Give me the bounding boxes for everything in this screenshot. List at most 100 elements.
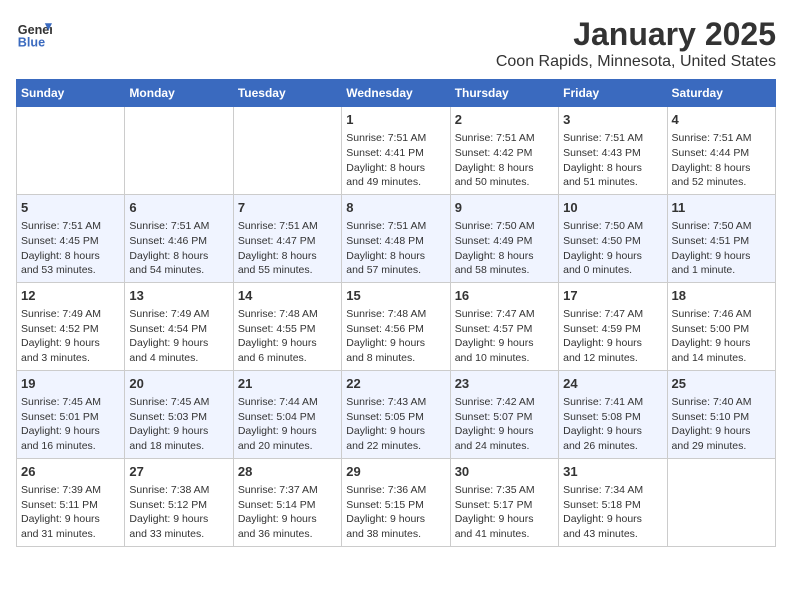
table-row: 12 Sunrise: 7:49 AM Sunset: 4:52 PM Dayli… <box>17 282 125 370</box>
day-info: Sunrise: 7:42 AM Sunset: 5:07 PM Dayligh… <box>455 395 554 454</box>
svg-text:Blue: Blue <box>18 36 45 50</box>
header-friday: Friday <box>559 80 667 107</box>
day-info: Sunrise: 7:51 AM Sunset: 4:45 PM Dayligh… <box>21 219 120 278</box>
logo-icon: General Blue <box>16 16 52 52</box>
day-info: Sunrise: 7:51 AM Sunset: 4:48 PM Dayligh… <box>346 219 445 278</box>
day-number: 16 <box>455 287 554 305</box>
day-info: Sunrise: 7:34 AM Sunset: 5:18 PM Dayligh… <box>563 483 662 542</box>
table-row: 7 Sunrise: 7:51 AM Sunset: 4:47 PM Daylig… <box>233 194 341 282</box>
day-info: Sunrise: 7:47 AM Sunset: 4:57 PM Dayligh… <box>455 307 554 366</box>
calendar-week-row: 12 Sunrise: 7:49 AM Sunset: 4:52 PM Dayli… <box>17 282 776 370</box>
day-number: 9 <box>455 199 554 217</box>
day-info: Sunrise: 7:50 AM Sunset: 4:50 PM Dayligh… <box>563 219 662 278</box>
day-info: Sunrise: 7:51 AM Sunset: 4:47 PM Dayligh… <box>238 219 337 278</box>
day-info: Sunrise: 7:36 AM Sunset: 5:15 PM Dayligh… <box>346 483 445 542</box>
day-info: Sunrise: 7:45 AM Sunset: 5:03 PM Dayligh… <box>129 395 228 454</box>
day-number: 13 <box>129 287 228 305</box>
calendar-week-row: 1Sunrise: 7:51 AM Sunset: 4:41 PM Daylig… <box>17 107 776 195</box>
day-number: 4 <box>672 111 771 129</box>
day-number: 7 <box>238 199 337 217</box>
day-info: Sunrise: 7:43 AM Sunset: 5:05 PM Dayligh… <box>346 395 445 454</box>
day-number: 14 <box>238 287 337 305</box>
table-row: 11 Sunrise: 7:50 AM Sunset: 4:51 PM Dayli… <box>667 194 775 282</box>
table-row: 16 Sunrise: 7:47 AM Sunset: 4:57 PM Dayli… <box>450 282 558 370</box>
header-monday: Monday <box>125 80 233 107</box>
table-row: 27Sunrise: 7:38 AM Sunset: 5:12 PM Dayli… <box>125 458 233 546</box>
table-row: 31 Sunrise: 7:34 AM Sunset: 5:18 PM Dayli… <box>559 458 667 546</box>
day-info: Sunrise: 7:35 AM Sunset: 5:17 PM Dayligh… <box>455 483 554 542</box>
header-sunday: Sunday <box>17 80 125 107</box>
day-info: Sunrise: 7:41 AM Sunset: 5:08 PM Dayligh… <box>563 395 662 454</box>
day-info: Sunrise: 7:48 AM Sunset: 4:55 PM Dayligh… <box>238 307 337 366</box>
table-row: 3 Sunrise: 7:51 AM Sunset: 4:43 PM Daylig… <box>559 107 667 195</box>
day-info: Sunrise: 7:40 AM Sunset: 5:10 PM Dayligh… <box>672 395 771 454</box>
day-number: 22 <box>346 375 445 393</box>
day-number: 24 <box>563 375 662 393</box>
table-row: 1Sunrise: 7:51 AM Sunset: 4:41 PM Daylig… <box>342 107 450 195</box>
day-info: Sunrise: 7:50 AM Sunset: 4:49 PM Dayligh… <box>455 219 554 278</box>
page-header: General Blue January 2025 Coon Rapids, M… <box>16 16 776 71</box>
day-info: Sunrise: 7:49 AM Sunset: 4:54 PM Dayligh… <box>129 307 228 366</box>
table-row: 17Sunrise: 7:47 AM Sunset: 4:59 PM Dayli… <box>559 282 667 370</box>
table-row: 28Sunrise: 7:37 AM Sunset: 5:14 PM Dayli… <box>233 458 341 546</box>
day-number: 8 <box>346 199 445 217</box>
day-number: 5 <box>21 199 120 217</box>
header-wednesday: Wednesday <box>342 80 450 107</box>
day-info: Sunrise: 7:48 AM Sunset: 4:56 PM Dayligh… <box>346 307 445 366</box>
table-row: 9 Sunrise: 7:50 AM Sunset: 4:49 PM Daylig… <box>450 194 558 282</box>
day-number: 2 <box>455 111 554 129</box>
calendar-week-row: 26Sunrise: 7:39 AM Sunset: 5:11 PM Dayli… <box>17 458 776 546</box>
day-info: Sunrise: 7:47 AM Sunset: 4:59 PM Dayligh… <box>563 307 662 366</box>
calendar-header-row: Sunday Monday Tuesday Wednesday Thursday… <box>17 80 776 107</box>
table-row: 30 Sunrise: 7:35 AM Sunset: 5:17 PM Dayli… <box>450 458 558 546</box>
table-row: 2 Sunrise: 7:51 AM Sunset: 4:42 PM Daylig… <box>450 107 558 195</box>
day-info: Sunrise: 7:51 AM Sunset: 4:43 PM Dayligh… <box>563 131 662 190</box>
day-number: 19 <box>21 375 120 393</box>
table-row: 5 Sunrise: 7:51 AM Sunset: 4:45 PM Daylig… <box>17 194 125 282</box>
day-number: 27 <box>129 463 228 481</box>
day-number: 12 <box>21 287 120 305</box>
day-info: Sunrise: 7:51 AM Sunset: 4:41 PM Dayligh… <box>346 131 445 190</box>
table-row: 8 Sunrise: 7:51 AM Sunset: 4:48 PM Daylig… <box>342 194 450 282</box>
day-info: Sunrise: 7:49 AM Sunset: 4:52 PM Dayligh… <box>21 307 120 366</box>
table-row: 18Sunrise: 7:46 AM Sunset: 5:00 PM Dayli… <box>667 282 775 370</box>
day-number: 20 <box>129 375 228 393</box>
day-info: Sunrise: 7:50 AM Sunset: 4:51 PM Dayligh… <box>672 219 771 278</box>
day-number: 3 <box>563 111 662 129</box>
day-info: Sunrise: 7:51 AM Sunset: 4:42 PM Dayligh… <box>455 131 554 190</box>
header-saturday: Saturday <box>667 80 775 107</box>
table-row: 21 Sunrise: 7:44 AM Sunset: 5:04 PM Dayli… <box>233 370 341 458</box>
header-thursday: Thursday <box>450 80 558 107</box>
table-row: 25 Sunrise: 7:40 AM Sunset: 5:10 PM Dayli… <box>667 370 775 458</box>
table-row: 19Sunrise: 7:45 AM Sunset: 5:01 PM Dayli… <box>17 370 125 458</box>
day-number: 23 <box>455 375 554 393</box>
day-number: 25 <box>672 375 771 393</box>
table-row: 13 Sunrise: 7:49 AM Sunset: 4:54 PM Dayli… <box>125 282 233 370</box>
table-row: 14 Sunrise: 7:48 AM Sunset: 4:55 PM Dayli… <box>233 282 341 370</box>
logo: General Blue <box>16 16 52 52</box>
table-row: 15 Sunrise: 7:48 AM Sunset: 4:56 PM Dayli… <box>342 282 450 370</box>
calendar-week-row: 19Sunrise: 7:45 AM Sunset: 5:01 PM Dayli… <box>17 370 776 458</box>
day-number: 15 <box>346 287 445 305</box>
calendar-table: Sunday Monday Tuesday Wednesday Thursday… <box>16 79 776 547</box>
day-info: Sunrise: 7:44 AM Sunset: 5:04 PM Dayligh… <box>238 395 337 454</box>
day-number: 21 <box>238 375 337 393</box>
table-row: 6Sunrise: 7:51 AM Sunset: 4:46 PM Daylig… <box>125 194 233 282</box>
table-row: 22 Sunrise: 7:43 AM Sunset: 5:05 PM Dayli… <box>342 370 450 458</box>
table-row <box>17 107 125 195</box>
table-row: 20 Sunrise: 7:45 AM Sunset: 5:03 PM Dayli… <box>125 370 233 458</box>
day-number: 31 <box>563 463 662 481</box>
day-number: 28 <box>238 463 337 481</box>
day-number: 30 <box>455 463 554 481</box>
table-row <box>233 107 341 195</box>
table-row: 29 Sunrise: 7:36 AM Sunset: 5:15 PM Dayli… <box>342 458 450 546</box>
calendar-title: January 2025 <box>496 16 776 53</box>
day-number: 11 <box>672 199 771 217</box>
day-info: Sunrise: 7:46 AM Sunset: 5:00 PM Dayligh… <box>672 307 771 366</box>
day-number: 10 <box>563 199 662 217</box>
day-info: Sunrise: 7:51 AM Sunset: 4:44 PM Dayligh… <box>672 131 771 190</box>
table-row: 4 Sunrise: 7:51 AM Sunset: 4:44 PM Daylig… <box>667 107 775 195</box>
day-number: 29 <box>346 463 445 481</box>
table-row: 10 Sunrise: 7:50 AM Sunset: 4:50 PM Dayli… <box>559 194 667 282</box>
day-info: Sunrise: 7:39 AM Sunset: 5:11 PM Dayligh… <box>21 483 120 542</box>
